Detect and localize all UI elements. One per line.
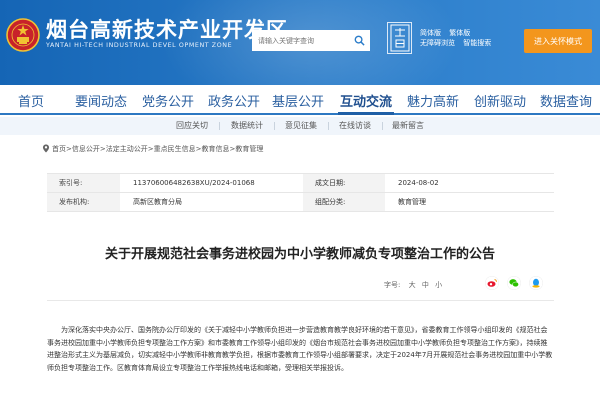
nav-item-gov[interactable]: 政务公开 <box>208 91 260 110</box>
breadcrumb[interactable]: 首页>信息公开>法定主动公开>重点民生信息>教育信息>教育管理 <box>52 144 263 154</box>
sub-nav: 回应关切 数据统计 意见征集 在线访谈 最新留言 <box>0 117 600 135</box>
top-links-row-2: 无障碍浏览 智能搜索 <box>420 38 497 48</box>
category-label: 组配分类: <box>303 192 385 212</box>
subnav-item-opinion[interactable]: 意见征集 <box>285 120 317 131</box>
smart-search-link[interactable]: 智能搜索 <box>463 39 491 47</box>
nav-active-indicator <box>338 112 394 115</box>
subnav-divider <box>219 122 220 130</box>
date-label: 成文日期: <box>303 173 385 193</box>
nav-item-grassroots[interactable]: 基层公开 <box>272 91 324 110</box>
font-size-label: 字号: <box>384 281 401 289</box>
meta-row: 发布机构: 高新区教育分局 组配分类: 教育管理 <box>47 192 554 212</box>
traditional-link[interactable]: 繁体版 <box>449 29 470 37</box>
publisher-value: 高新区教育分局 <box>120 192 303 212</box>
article-title: 关于开展规范社会事务进校园为中小学教师减负专项整治工作的公告 <box>104 247 495 262</box>
nav-item-news[interactable]: 要闻动态 <box>75 91 127 110</box>
font-size-small[interactable]: 小 <box>435 281 442 289</box>
site-subtitle: YANTAI HI-TECH INDUSTRIAL DEVEL OPMENT Z… <box>46 42 233 49</box>
category-value: 教育管理 <box>385 192 554 212</box>
document-meta-table: 索引号: 113706006482638XU/2024-01068 成文日期: … <box>47 173 554 212</box>
subnav-item-stats[interactable]: 数据统计 <box>231 120 263 131</box>
site-header: 烟台高新技术产业开发区 YANTAI HI-TECH INDUSTRIAL DE… <box>0 0 600 85</box>
font-size-control: 字号: 大 中 小 <box>384 280 442 290</box>
weibo-icon[interactable] <box>485 276 499 290</box>
top-links-row-1: 简体版 繁体版 <box>420 28 497 38</box>
article-body: 为深化落实中央办公厅、国务院办公厅印发的《关于减轻中小学教师负担进一步营造教育教… <box>47 324 554 374</box>
accessibility-link[interactable]: 无障碍浏览 <box>420 39 455 47</box>
nav-item-interaction[interactable]: 互动交流 <box>340 91 392 110</box>
font-size-large[interactable]: 大 <box>409 281 416 289</box>
subnav-item-interview[interactable]: 在线访谈 <box>339 120 371 131</box>
main-nav: 首页 要闻动态 党务公开 政务公开 互动交流 基层公开 魅力高新 创新驱动 数据… <box>0 85 600 115</box>
subnav-item-messages[interactable]: 最新留言 <box>392 120 424 131</box>
search-box <box>252 30 370 51</box>
qq-icon[interactable] <box>529 276 543 290</box>
top-links: 简体版 繁体版 无障碍浏览 智能搜索 <box>420 28 497 48</box>
nav-item-data[interactable]: 数据查询 <box>540 91 592 110</box>
index-label: 索引号: <box>47 173 120 193</box>
font-size-medium[interactable]: 中 <box>422 281 429 289</box>
content-divider <box>47 300 554 301</box>
search-icon <box>354 35 365 46</box>
publisher-label: 发布机构: <box>47 192 120 212</box>
date-value: 2024-08-02 <box>385 173 554 193</box>
qr-logo[interactable] <box>387 22 412 54</box>
subnav-divider <box>328 122 329 130</box>
meta-row: 索引号: 113706006482638XU/2024-01068 成文日期: … <box>47 173 554 193</box>
search-button[interactable] <box>348 30 370 51</box>
nav-item-innovation[interactable]: 创新驱动 <box>474 91 526 110</box>
wechat-icon[interactable] <box>507 276 521 290</box>
yantai-gaoxin-logo-icon <box>390 24 409 52</box>
article-paragraph: 为深化落实中央办公厅、国务院办公厅印发的《关于减轻中小学教师负担进一步营造教育教… <box>47 326 553 372</box>
subnav-item-response[interactable]: 回应关切 <box>176 120 208 131</box>
subnav-divider <box>274 122 275 130</box>
care-mode-button[interactable]: 进入关怀模式 <box>524 29 592 53</box>
search-input[interactable] <box>252 30 348 51</box>
national-emblem-icon <box>6 18 40 52</box>
location-pin-icon <box>42 144 50 153</box>
index-value: 113706006482638XU/2024-01068 <box>120 173 303 193</box>
nav-item-charm[interactable]: 魅力高新 <box>407 91 459 110</box>
nav-item-party[interactable]: 党务公开 <box>142 91 194 110</box>
simplified-link[interactable]: 简体版 <box>420 29 441 37</box>
nav-item-home[interactable]: 首页 <box>18 91 44 110</box>
subnav-divider <box>382 122 383 130</box>
